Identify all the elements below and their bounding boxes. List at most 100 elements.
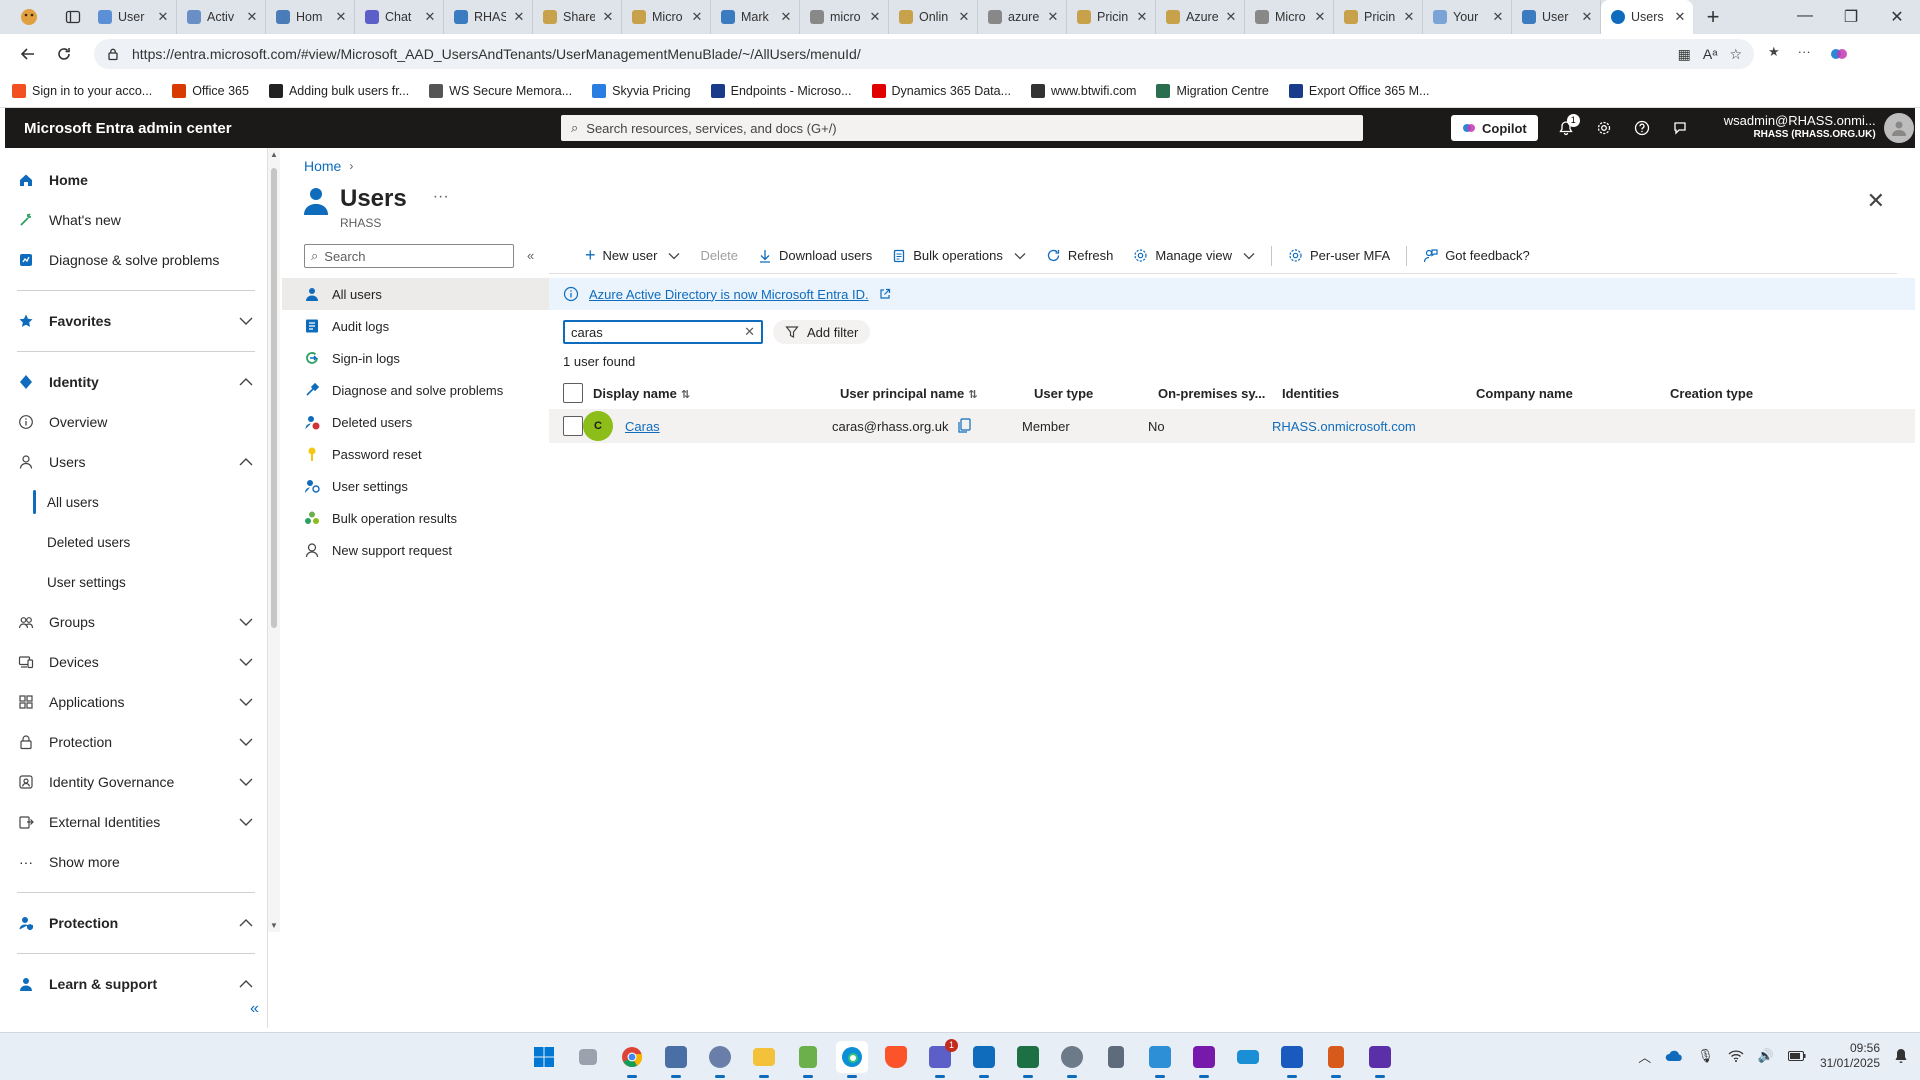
battery-icon[interactable]: [1787, 1051, 1806, 1061]
nav-protection[interactable]: Protection: [5, 722, 267, 762]
global-search-input[interactable]: ⌕ Search resources, services, and docs (…: [561, 115, 1363, 141]
file-explorer-icon[interactable]: [748, 1041, 780, 1078]
browser-tab[interactable]: User ✕: [1512, 0, 1601, 34]
nav-users[interactable]: Users: [5, 442, 267, 482]
settings-app-icon[interactable]: [1056, 1041, 1088, 1078]
outlook-icon[interactable]: [968, 1041, 1000, 1078]
url-field[interactable]: https://entra.microsoft.com/#view/Micros…: [94, 39, 1754, 69]
browser-tab[interactable]: Activ ✕: [177, 0, 266, 34]
feedback-icon[interactable]: [1672, 120, 1688, 136]
tray-overflow-icon[interactable]: ︿: [1638, 1047, 1651, 1066]
browser-tab[interactable]: RHAS ✕: [444, 0, 533, 34]
sticky-tool-icon[interactable]: [1320, 1041, 1352, 1078]
banner-link[interactable]: Azure Active Directory is now Microsoft …: [589, 287, 869, 302]
nav-deleted-users[interactable]: Deleted users: [5, 522, 267, 562]
terminal-icon[interactable]: [1232, 1041, 1264, 1073]
microphone-icon[interactable]: 🎙: [1697, 1048, 1714, 1064]
notification-bell-icon[interactable]: [1894, 1048, 1908, 1064]
new-tab-button[interactable]: +: [1693, 4, 1733, 30]
clear-search-icon[interactable]: ✕: [744, 324, 755, 340]
browser-tab[interactable]: Your ✕: [1423, 0, 1512, 34]
bookmark-item[interactable]: Skyvia Pricing: [592, 83, 691, 98]
favorites-icon[interactable]: ★: [1768, 44, 1780, 64]
lock-icon[interactable]: [106, 47, 120, 61]
scroll-up-icon[interactable]: ▲: [268, 150, 280, 159]
account-info[interactable]: wsadmin@RHASS.onmi... RHASS (RHASS.ORG.U…: [1724, 114, 1876, 142]
nav-learn-support[interactable]: Learn & support: [5, 964, 267, 1004]
blade-menu-item[interactable]: Password reset: [282, 438, 549, 470]
close-blade-icon[interactable]: ✕: [1867, 188, 1885, 214]
scroll-down-icon[interactable]: ▼: [268, 921, 280, 930]
tab-close-icon[interactable]: ✕: [779, 9, 793, 25]
blade-menu-item[interactable]: User settings: [282, 470, 549, 502]
reload-button[interactable]: [46, 38, 82, 70]
browser-tab[interactable]: Pricin ✕: [1334, 0, 1423, 34]
sort-icon[interactable]: ⇅: [968, 389, 977, 401]
word-icon[interactable]: [1276, 1041, 1308, 1078]
column-on-prem[interactable]: On-premises sy...: [1158, 377, 1282, 409]
tab-close-icon[interactable]: ✕: [423, 9, 437, 25]
column-identities[interactable]: Identities: [1282, 377, 1476, 409]
tab-close-icon[interactable]: ✕: [601, 9, 615, 25]
column-company[interactable]: Company name: [1476, 377, 1670, 409]
tab-close-icon[interactable]: ✕: [245, 9, 259, 25]
blade-search-input[interactable]: ⌕ Search: [304, 244, 514, 268]
teams-icon[interactable]: 1: [924, 1039, 958, 1078]
bookmark-item[interactable]: www.btwifi.com: [1031, 83, 1136, 98]
user-identities[interactable]: RHASS.onmicrosoft.com: [1272, 419, 1416, 434]
photos-icon[interactable]: [1144, 1041, 1176, 1078]
refresh-button[interactable]: Refresh: [1036, 240, 1124, 272]
select-all-checkbox[interactable]: [563, 383, 583, 403]
tab-close-icon[interactable]: ✕: [1491, 9, 1505, 25]
nav-identity-governance[interactable]: Identity Governance: [5, 762, 267, 802]
wifi-icon[interactable]: [1728, 1050, 1744, 1062]
browser-tab[interactable]: micro ✕: [800, 0, 889, 34]
nav-whats-new[interactable]: What's new: [5, 200, 267, 240]
new-user-button[interactable]: + New user: [575, 240, 690, 272]
delete-button[interactable]: Delete: [690, 240, 748, 272]
bulk-operations-button[interactable]: Bulk operations: [882, 240, 1036, 272]
copilot-button[interactable]: Copilot: [1451, 115, 1538, 141]
bookmark-item[interactable]: Sign in to your acco...: [12, 83, 152, 98]
browser-tab[interactable]: Chat ✕: [355, 0, 444, 34]
task-view-icon[interactable]: [572, 1041, 604, 1073]
add-filter-button[interactable]: Add filter: [773, 320, 871, 344]
nav-home[interactable]: Home: [5, 160, 267, 200]
blade-menu-item[interactable]: Audit logs: [282, 310, 549, 342]
chrome-icon[interactable]: [616, 1041, 648, 1078]
bookmark-item[interactable]: Migration Centre: [1156, 83, 1269, 98]
blade-menu-item[interactable]: Bulk operation results: [282, 502, 549, 534]
column-user-type[interactable]: User type: [1034, 377, 1158, 409]
more-menu-icon[interactable]: ···: [1798, 44, 1811, 64]
browser-tab[interactable]: azure ✕: [978, 0, 1067, 34]
table-row[interactable]: C Caras caras@rhass.org.uk Member No RHA…: [549, 409, 1915, 443]
close-window-icon[interactable]: ✕: [1874, 7, 1920, 27]
edge-icon[interactable]: [836, 1041, 868, 1078]
copy-icon[interactable]: [957, 418, 971, 434]
help-icon[interactable]: [1634, 120, 1650, 136]
tab-close-icon[interactable]: ✕: [868, 9, 882, 25]
left-nav-scrollbar[interactable]: ▲ ▼: [268, 148, 280, 932]
column-creation-type[interactable]: Creation type: [1670, 377, 1915, 409]
onenote-icon[interactable]: [1188, 1041, 1220, 1078]
bookmark-item[interactable]: Adding bulk users fr...: [268, 83, 409, 98]
blade-menu-item[interactable]: New support request: [282, 534, 549, 566]
nav-show-more[interactable]: ··· Show more: [5, 842, 267, 882]
browser-tab[interactable]: Onlin ✕: [889, 0, 978, 34]
tab-close-icon[interactable]: ✕: [1673, 9, 1687, 25]
avatar[interactable]: [1883, 113, 1914, 143]
collapse-nav-icon[interactable]: «: [250, 1000, 259, 1018]
back-button[interactable]: [10, 38, 46, 70]
nav-groups[interactable]: Groups: [5, 602, 267, 642]
browser-tab[interactable]: Micro ✕: [622, 0, 711, 34]
brave-icon[interactable]: [880, 1041, 912, 1073]
nav-external-identities[interactable]: External Identities: [5, 802, 267, 842]
tab-close-icon[interactable]: ✕: [1313, 9, 1327, 25]
bookmark-item[interactable]: Dynamics 365 Data...: [871, 83, 1011, 98]
tab-close-icon[interactable]: ✕: [1580, 9, 1594, 25]
browser-profile-icon[interactable]: [0, 0, 58, 34]
sort-icon[interactable]: ⇅: [681, 389, 690, 401]
browser-tab[interactable]: Hom ✕: [266, 0, 355, 34]
calculator-icon[interactable]: [1100, 1041, 1132, 1073]
browser-tab[interactable]: Pricin ✕: [1067, 0, 1156, 34]
